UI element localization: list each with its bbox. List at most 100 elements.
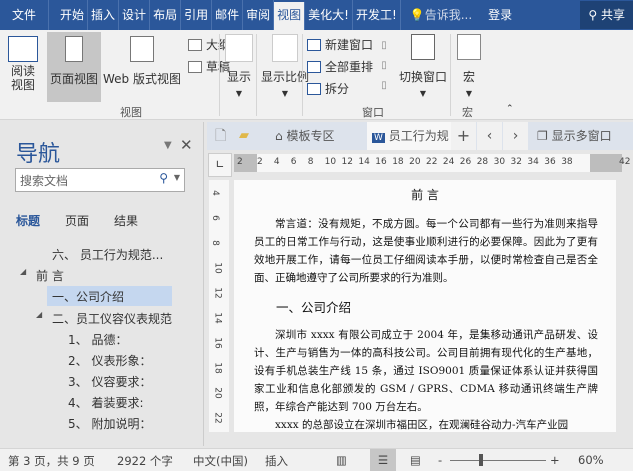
insert-mode[interactable]: 插入 <box>265 453 288 469</box>
nav-title: 导航 <box>16 142 61 167</box>
expand-triangle-icon[interactable]: ◢ <box>36 310 42 319</box>
tree-item[interactable]: 4、 着装要求: <box>68 394 144 411</box>
ruler-tick-label: 42 <box>619 157 631 167</box>
print-layout-icon[interactable]: ☰ <box>370 449 396 471</box>
expand-triangle-icon[interactable]: ◢ <box>20 267 26 276</box>
tree-item[interactable]: 六、 员工行为规范... <box>52 246 163 263</box>
tab-template-zone[interactable]: ⌂ 模板专区 <box>267 122 334 150</box>
ruler-tick-label: 6 <box>209 215 220 221</box>
page-count[interactable]: 第 3 页，共 9 页 <box>8 453 95 469</box>
lightbulb-icon: 💡 <box>409 8 425 22</box>
tree-item[interactable]: 3、 仪容要求： <box>68 373 151 390</box>
tab-file[interactable]: 文件 <box>0 0 50 30</box>
tab-design[interactable]: 设计 <box>119 0 151 30</box>
tree-item[interactable]: 二、员工仪容仪表规范 <box>52 310 172 327</box>
tree-item-selected[interactable]: 一、公司介绍 <box>47 286 172 306</box>
search-input[interactable]: 搜索文档 ⚲ ▼ <box>15 168 185 192</box>
zoom-slider-thumb[interactable] <box>478 454 483 466</box>
login-button[interactable]: 登录 <box>485 0 515 30</box>
chevron-down-icon[interactable]: ▼ <box>174 173 180 182</box>
paragraph: 常言道：没有规矩，不成方圆。每一个公司都有一些行为准则来指导员工的日常工作与行动… <box>254 218 598 284</box>
tab-layout[interactable]: 布局 <box>150 0 182 30</box>
zoom-in-button[interactable]: + <box>550 453 560 467</box>
ruler-tick-label: 2 <box>257 157 263 167</box>
ruler-tick-label: 6 <box>290 157 297 167</box>
ruler-tick-label: 22 <box>212 412 223 424</box>
switch-window-icon <box>411 34 435 60</box>
ruler-tick-label: 12 <box>212 287 223 299</box>
share-button[interactable]: ⚲ 共享 <box>580 1 633 29</box>
pane-options-icon[interactable]: ▼ <box>164 140 172 151</box>
magnifier-icon <box>272 34 298 62</box>
tab-stop-selector[interactable]: ∟ <box>208 153 232 177</box>
word-icon: W <box>372 133 385 143</box>
tree-item[interactable]: 2、 仪表形象： <box>68 352 151 369</box>
ruler-tick-label: 28 <box>476 157 489 167</box>
web-view-button[interactable]: Web 版式视图 <box>102 36 182 87</box>
new-window-icon <box>307 38 321 51</box>
tree-item[interactable]: 1、 品德： <box>68 331 127 348</box>
tab-insert[interactable]: 插入 <box>88 0 120 30</box>
ribbon: 阅读视图 页面视图 Web 版式视图 大纲视图 草稿 视图 显示▼ 显示比例▼ … <box>0 30 633 120</box>
macro-button[interactable]: 宏 ▼ <box>456 34 482 99</box>
paragraph: 深圳市 xxxx 有限公司成立于 2004 年，是集移动通讯产品研发、设计、生产… <box>254 329 598 413</box>
tab-document[interactable]: W 员工行为规 <box>367 122 451 150</box>
show-button[interactable]: 显示 ▼ <box>224 34 254 99</box>
ruler-tick-label: 4 <box>209 190 220 196</box>
ruler-tick-label: 8 <box>209 240 220 246</box>
split-button[interactable]: 拆分 <box>307 80 349 97</box>
language[interactable]: 中文(中国) <box>193 453 248 469</box>
group-label-window: 窗口 <box>362 106 384 119</box>
search-icon[interactable]: ⚲ <box>159 171 168 185</box>
read-mode-icon[interactable]: ▥ <box>336 453 347 467</box>
tree-item[interactable]: 前 言 <box>36 267 64 284</box>
nav-tab-headings[interactable]: 标题 <box>16 212 40 229</box>
document-tab-bar: 🗋 ▰ ⌂ 模板专区 W 员工行为规 + ‹ › ❐ 显示多窗口 <box>207 122 633 150</box>
tree-item[interactable]: 5、 附加说明： <box>68 415 151 432</box>
web-page-icon <box>130 36 154 62</box>
tab-review[interactable]: 审阅 <box>243 0 275 30</box>
web-layout-icon[interactable]: ▤ <box>410 453 421 467</box>
horizontal-ruler[interactable]: ∟ 2 2 4 6 8 10 12 14 16 18 20 22 24 26 28 30 32 34 36 38 42 <box>207 150 633 178</box>
new-window-button[interactable]: 新建窗口 <box>307 36 373 53</box>
new-document-icon[interactable]: 🗋 <box>215 122 226 150</box>
close-icon[interactable]: ✕ <box>180 136 193 154</box>
word-count[interactable]: 2922 个字 <box>117 453 173 469</box>
switch-window-button[interactable]: 切换窗口 ▼ <box>398 34 448 99</box>
tell-me-box[interactable]: 💡告诉我... <box>407 0 475 30</box>
heading-company-intro: 一、公司介绍 <box>276 300 352 315</box>
ruler-tick-label: 38 <box>561 157 573 167</box>
page-view-button[interactable]: 页面视图 <box>47 32 101 102</box>
nav-tab-results[interactable]: 结果 <box>114 212 138 229</box>
home-icon: ⌂ <box>275 129 283 143</box>
zoom-out-button[interactable]: - <box>438 453 442 467</box>
tab-developer[interactable]: 开发工! <box>353 0 401 30</box>
ruler-tick-label: 2 <box>237 157 243 167</box>
tab-view[interactable]: 视图 <box>274 2 306 30</box>
tab-home[interactable]: 开始 <box>57 0 89 30</box>
zoom-level[interactable]: 60% <box>578 453 604 467</box>
windows-icon: ❐ <box>537 129 548 143</box>
show-multi-window-button[interactable]: ❐ 显示多窗口 <box>531 122 612 150</box>
add-tab-button[interactable]: + <box>451 122 476 150</box>
zoom-slider[interactable] <box>450 460 546 461</box>
book-icon <box>8 36 38 62</box>
tab-beautify[interactable]: 美化大! <box>305 0 353 30</box>
read-view-button[interactable]: 阅读视图 <box>6 36 40 94</box>
ruler-tick-label: 24 <box>442 157 455 167</box>
ruler-tick-label: 20 <box>212 387 223 399</box>
folder-icon[interactable]: ▰ <box>239 122 249 150</box>
arrange-all-button[interactable]: 全部重排 <box>307 58 373 75</box>
page-icon <box>65 36 83 62</box>
document-page[interactable]: 前 言 常言道：没有规矩，不成方圆。每一个公司都有一些行为准则来指导员工的日常工… <box>234 180 616 432</box>
draft-icon <box>188 60 202 73</box>
tab-mailings[interactable]: 邮件 <box>212 0 244 30</box>
collapse-ribbon-icon[interactable]: ⌃ <box>506 104 514 114</box>
chevron-right-icon[interactable]: › <box>503 122 528 150</box>
vertical-ruler[interactable]: 4 6 8 10 12 14 16 18 20 22 <box>209 180 229 432</box>
tab-references[interactable]: 引用 <box>181 0 213 30</box>
chevron-left-icon[interactable]: ‹ <box>477 122 502 150</box>
side-by-side-icons[interactable]: ▯ ▯ ▯ <box>378 36 390 96</box>
nav-tab-pages[interactable]: 页面 <box>65 212 89 229</box>
ruler-tick-label: 16 <box>212 337 223 349</box>
